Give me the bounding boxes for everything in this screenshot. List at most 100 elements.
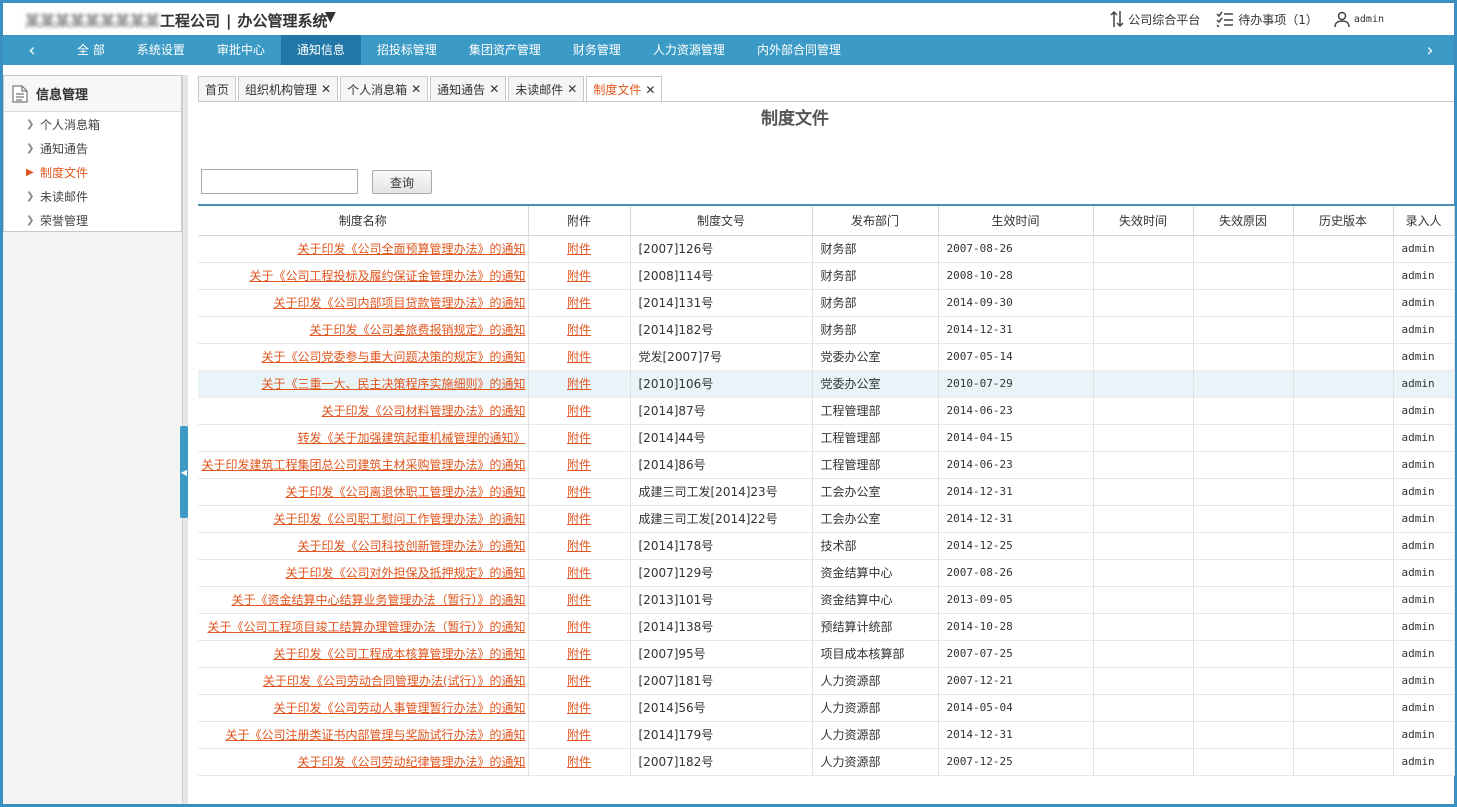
user-menu[interactable]: admin [1334,11,1384,27]
nav-prev-icon[interactable]: ‹ [3,35,61,65]
regulation-link[interactable]: 关于印发《公司全面预算管理办法》的通知 [297,242,525,256]
attachment-link[interactable]: 附件 [567,377,591,391]
regulation-link[interactable]: 关于《公司工程投标及履约保证金管理办法》的通知 [249,269,525,283]
tab-notices[interactable]: 通知通告 ✕ [430,76,507,101]
regulation-link[interactable]: 关于印发建筑工程集团总公司建筑主材采购管理办法》的通知 [201,458,525,472]
table-row[interactable]: 关于《资金结算中心结算业务管理办法（暂行）》的通知 附件 [2013]101号 资金结… [198,586,1455,614]
column-header[interactable]: 历史版本 [1293,206,1394,236]
close-icon[interactable]: ✕ [645,83,655,97]
sidebar-item-notices[interactable]: ❯ 通知通告 [4,136,181,160]
regulation-link[interactable]: 关于印发《公司科技创新管理办法》的通知 [297,539,525,553]
attachment-link[interactable]: 附件 [567,566,591,580]
column-header[interactable]: 发布部门 [812,206,939,236]
regulation-link[interactable]: 关于《公司工程项目竣工结算办理管理办法（暂行）》的通知 [207,620,525,634]
attachment-link[interactable]: 附件 [567,269,591,283]
table-row[interactable]: 关于《公司注册类证书内部管理与奖励试行办法》的通知 附件 [2014]179号 人力资… [198,721,1455,749]
attachment-link[interactable]: 附件 [567,593,591,607]
attachment-link[interactable]: 附件 [567,458,591,472]
tab-home[interactable]: 首页 [198,76,237,101]
column-header[interactable]: 制度文号 [630,206,813,236]
nav-next-icon[interactable]: › [1406,35,1454,65]
attachment-link[interactable]: 附件 [567,323,591,337]
column-header[interactable]: 制度名称 [198,206,529,236]
table-row[interactable]: 关于印发《公司劳动合同管理办法(试行）》的通知 附件 [2007]181号 人力资源部… [198,667,1455,695]
table-row[interactable]: 关于印发《公司劳动纪律管理办法》的通知 附件 [2007]182号 人力资源部 2007… [198,748,1455,776]
nav-item-finance[interactable]: 财务管理 [557,35,637,65]
nav-item-all[interactable]: 全 部 [61,35,121,65]
nav-item-hr[interactable]: 人力资源管理 [637,35,741,65]
tab-inbox[interactable]: 个人消息箱 ✕ [340,76,429,101]
table-row[interactable]: 关于印发《公司职工慰问工作管理办法》的通知 附件 成建三司工发[2014]22号 工会… [198,505,1455,533]
nav-item-contracts[interactable]: 内外部合同管理 [741,35,857,65]
regulation-link[interactable]: 转发《关于加强建筑起重机械管理的通知》 [297,431,525,445]
attachment-link[interactable]: 附件 [567,539,591,553]
close-icon[interactable]: ✕ [567,82,577,96]
todo-link[interactable]: 待办事项（1） [1216,11,1318,28]
attachment-link[interactable]: 附件 [567,701,591,715]
table-row[interactable]: 关于《公司党委参与重大问题决策的规定》的通知 附件 党发[2007]7号 党委办公室 2… [198,343,1455,371]
nav-item-approval-center[interactable]: 审批中心 [201,35,281,65]
table-row[interactable]: 关于印发《公司对外担保及抵押规定》的通知 附件 [2007]129号 资金结算中心 20… [198,559,1455,587]
regulation-link[interactable]: 关于印发《公司材料管理办法》的通知 [321,404,525,418]
column-header[interactable]: 失效时间 [1093,206,1194,236]
attachment-link[interactable]: 附件 [567,512,591,526]
nav-item-notifications[interactable]: 通知信息 [280,35,361,65]
table-row[interactable]: 关于印发《公司劳动人事管理暂行办法》的通知 附件 [2014]56号 人力资源部 201… [198,694,1455,722]
column-header[interactable]: 录入人 [1393,206,1455,236]
column-header[interactable]: 生效时间 [938,206,1094,236]
collapse-sidebar-icon[interactable]: ◀ [180,426,188,518]
table-row[interactable]: 关于印发《公司离退休职工管理办法》的通知 附件 成建三司工发[2014]23号 工会办… [198,478,1455,506]
table-row[interactable]: 关于印发《公司内部项目贷款管理办法》的通知 附件 [2014]131号 财务部 2014… [198,289,1455,317]
table-row[interactable]: 关于《公司工程项目竣工结算办理管理办法（暂行）》的通知 附件 [2014]138号预… [198,613,1455,641]
system-dropdown-icon[interactable]: ▼ [325,9,336,25]
regulation-link[interactable]: 关于印发《公司劳动合同管理办法(试行）》的通知 [263,674,526,688]
attachment-link[interactable]: 附件 [567,350,591,364]
regulation-link[interactable]: 关于印发《公司对外担保及抵押规定》的通知 [285,566,525,580]
attachment-link[interactable]: 附件 [567,242,591,256]
attachment-link[interactable]: 附件 [567,647,591,661]
regulation-link[interactable]: 关于《资金结算中心结算业务管理办法（暂行）》的通知 [231,593,525,607]
nav-item-system-settings[interactable]: 系统设置 [121,35,201,65]
regulation-link[interactable]: 关于印发《公司工程成本核算管理办法》的通知 [273,647,525,661]
nav-item-group-assets[interactable]: 集团资产管理 [453,35,557,65]
tab-org-management[interactable]: 组织机构管理 ✕ [238,76,339,101]
sidebar-item-inbox[interactable]: ❯ 个人消息箱 [4,112,181,136]
sidebar-item-unread-mail[interactable]: ❯ 未读邮件 [4,184,181,208]
column-header[interactable]: 附件 [528,206,631,236]
regulation-link[interactable]: 关于印发《公司劳动纪律管理办法》的通知 [297,755,525,769]
column-header[interactable]: 失效原因 [1193,206,1294,236]
regulation-link[interactable]: 关于《公司注册类证书内部管理与奖励试行办法》的通知 [225,728,525,742]
sidebar-item-honors[interactable]: ❯ 荣誉管理 [4,208,181,232]
tab-regulations[interactable]: 制度文件 ✕ [586,76,663,102]
close-icon[interactable]: ✕ [489,82,499,96]
table-row[interactable]: 关于印发《公司工程成本核算管理办法》的通知 附件 [2007]95号 项目成本核算部 2… [198,640,1455,668]
attachment-link[interactable]: 附件 [567,431,591,445]
table-row[interactable]: 关于印发《公司科技创新管理办法》的通知 附件 [2014]178号 技术部 2014-1… [198,532,1455,560]
attachment-link[interactable]: 附件 [567,755,591,769]
platform-link[interactable]: 公司综合平台 [1110,10,1200,28]
regulation-link[interactable]: 关于印发《公司差旅费报销规定》的通知 [309,323,525,337]
regulation-link[interactable]: 关于印发《公司职工慰问工作管理办法》的通知 [273,512,525,526]
attachment-link[interactable]: 附件 [567,296,591,310]
close-icon[interactable]: ✕ [321,82,331,96]
nav-item-bidding[interactable]: 招投标管理 [361,35,453,65]
tab-unread-mail[interactable]: 未读邮件 ✕ [508,76,585,101]
search-input[interactable] [201,169,358,194]
regulation-link[interactable]: 关于《三重一大、民主决策程序实施细则》的通知 [261,377,525,391]
sidebar-header[interactable]: 信息管理 [4,76,181,112]
table-row[interactable]: 关于印发《公司全面预算管理办法》的通知 附件 [2007]126号 财务部 2007-0… [198,235,1455,263]
table-row[interactable]: 关于印发《公司材料管理办法》的通知 附件 [2014]87号 工程管理部 2014-06… [198,397,1455,425]
attachment-link[interactable]: 附件 [567,404,591,418]
table-row[interactable]: 关于《公司工程投标及履约保证金管理办法》的通知 附件 [2008]114号 财务部 20… [198,262,1455,290]
sidebar-item-regulations[interactable]: ▶ 制度文件 [4,160,181,184]
table-row[interactable]: 转发《关于加强建筑起重机械管理的通知》 附件 [2014]44号 工程管理部 2014-… [198,424,1455,452]
regulation-link[interactable]: 关于印发《公司劳动人事管理暂行办法》的通知 [273,701,525,715]
attachment-link[interactable]: 附件 [567,728,591,742]
close-icon[interactable]: ✕ [411,82,421,96]
regulation-link[interactable]: 关于印发《公司离退休职工管理办法》的通知 [285,485,525,499]
attachment-link[interactable]: 附件 [567,674,591,688]
attachment-link[interactable]: 附件 [567,620,591,634]
table-row[interactable]: 关于印发建筑工程集团总公司建筑主材采购管理办法》的通知 附件 [2014]86号 工程… [198,451,1455,479]
attachment-link[interactable]: 附件 [567,485,591,499]
table-row[interactable]: 关于印发《公司差旅费报销规定》的通知 附件 [2014]182号 财务部 2014-12… [198,316,1455,344]
